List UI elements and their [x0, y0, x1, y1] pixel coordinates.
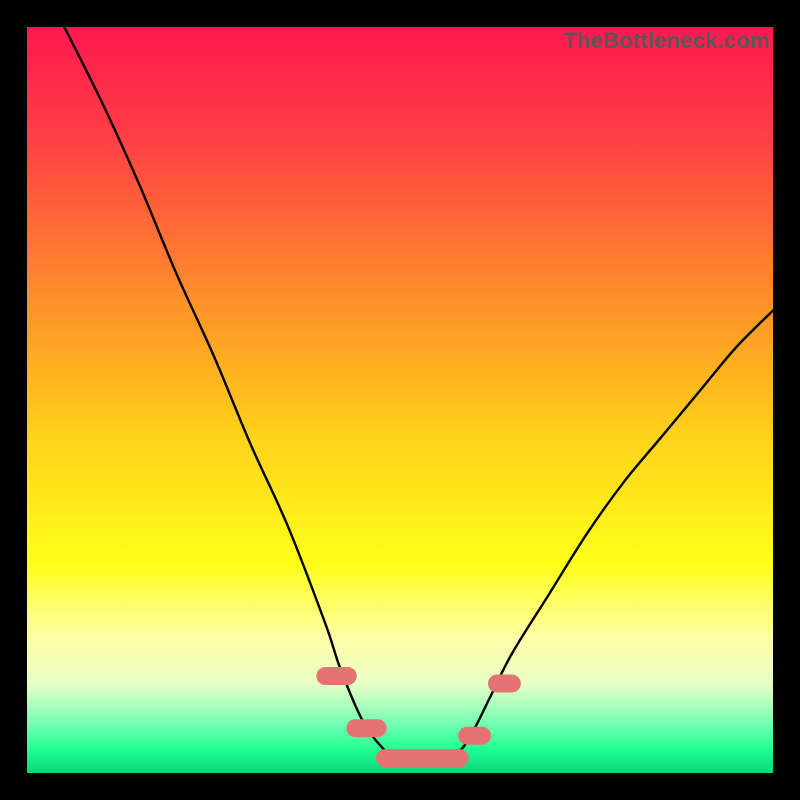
- plot-area: [27, 27, 773, 773]
- watermark-label: TheBottleneck.com: [564, 28, 770, 54]
- heat-gradient-background: [27, 27, 773, 773]
- outer-frame: TheBottleneck.com: [0, 0, 800, 800]
